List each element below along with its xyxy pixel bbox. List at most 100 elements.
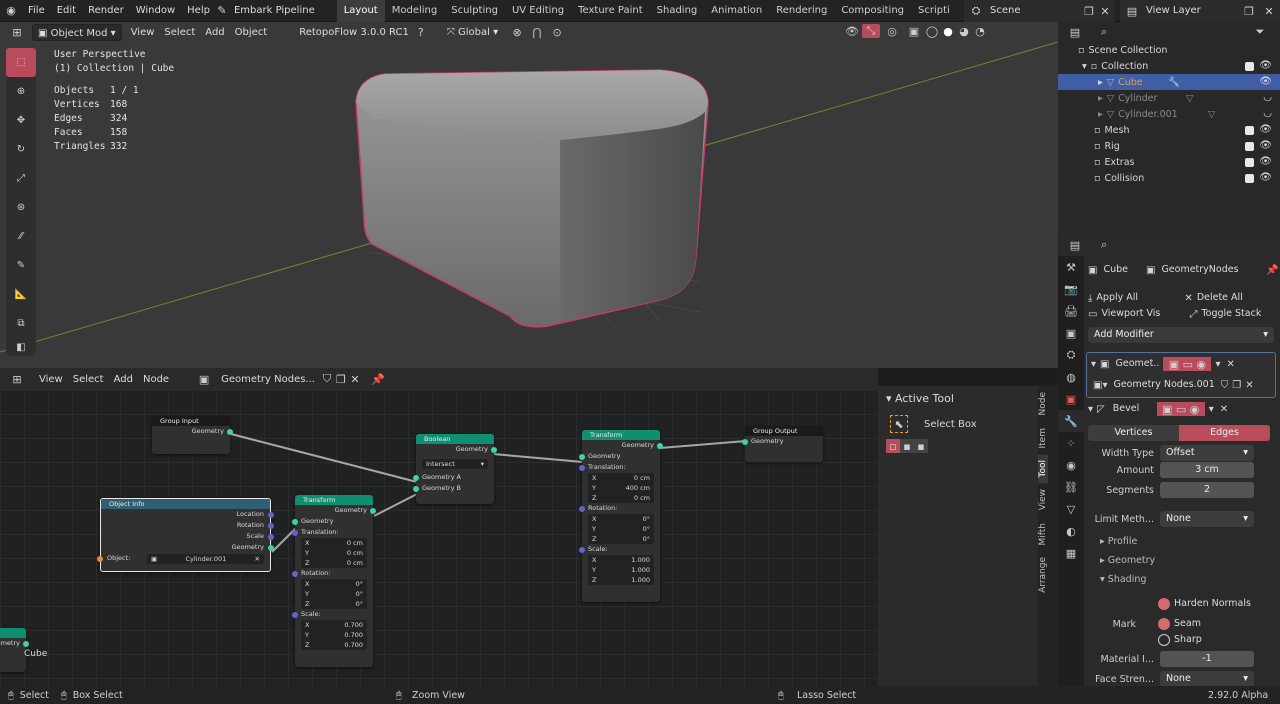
checkbox[interactable] [1245,61,1254,71]
tab-mifth[interactable]: Mifth [1038,517,1048,552]
view-layer-icon[interactable]: ▣ [1058,322,1084,344]
socket[interactable] [413,474,419,481]
eye-icon[interactable]: 👁 [1259,156,1272,167]
scale-icon[interactable]: ⤢ [6,164,36,193]
editor-type-icon[interactable]: ⊞ [6,373,28,386]
view-layer-selector[interactable]: ▤ View Layer ❐ ✕ [1120,0,1280,22]
socket[interactable] [268,544,274,551]
overlay-icon[interactable]: ◎ [880,25,904,38]
socket[interactable] [579,546,585,553]
tab-shading[interactable]: Shading [650,0,705,22]
proportional-icon[interactable]: ⊙ [547,26,567,39]
socket[interactable] [292,529,298,536]
gizmo-icon[interactable]: ⤡ [862,24,880,38]
scale-z[interactable]: Z 0.700 [301,640,367,650]
node-editor[interactable]: ⊞ View Select Add Node ▣ Geometry Nodes.… [0,368,878,686]
menu-file[interactable]: File [22,0,51,22]
translation-z[interactable]: Z 0 cm [588,493,654,503]
menu-view[interactable]: View [34,371,68,388]
active-tool-row[interactable]: ⬉ Select Box [878,411,1058,437]
tool-icon[interactable]: ⚒ [1058,256,1084,278]
menu-window[interactable]: Window [130,0,181,22]
eye-icon[interactable]: 👁 [1259,172,1272,183]
xray-icon[interactable]: ▣ [904,25,924,38]
rotation-y[interactable]: Y 0° [301,589,367,599]
tab-modeling[interactable]: Modeling [385,0,445,22]
sharp-checkbox[interactable] [1158,634,1170,646]
geometry-panel[interactable]: ▸ Geometry [1100,555,1155,566]
select-new-icon[interactable]: ▫ [886,439,900,453]
wrench-icon[interactable]: 🔧 [1058,410,1084,432]
translation-x[interactable]: X 0 cm [588,473,654,483]
toggle-stack-button[interactable]: Toggle Stack [1201,306,1261,322]
tab-scripting[interactable]: Scripti [911,0,957,22]
output-icon[interactable]: 🖨 [1058,300,1084,322]
editor-type-icon[interactable]: ▤ [1064,26,1086,39]
solid-icon[interactable]: ● [940,25,956,38]
close-icon[interactable]: ✕ [1245,380,1253,391]
socket[interactable] [268,511,274,518]
retopoflow-button[interactable]: RetopoFlow 3.0.0 RC1 [294,24,414,41]
rendered-icon[interactable]: ◔ [972,25,988,38]
socket[interactable] [23,640,29,647]
tab-item[interactable]: Item [1038,422,1048,455]
group-output-node[interactable]: Group Output Geometry [742,426,823,462]
scene-icon[interactable]: ⛭ [1058,344,1084,366]
checkbox[interactable] [1245,125,1254,135]
hidden-icon[interactable]: ◡ [1263,108,1272,119]
menu-pipeline[interactable]: Embark Pipeline [228,0,321,22]
particles-icon[interactable]: ⁘ [1058,432,1084,454]
eye-icon[interactable]: 👁 [1259,60,1272,71]
scale-x[interactable]: X 0.700 [301,620,367,630]
socket[interactable] [268,533,274,540]
menu-object[interactable]: Object [230,24,273,41]
outliner-item-cube[interactable]: ▸ ▽ Cube 🔧 👁 [1058,74,1280,90]
chevron-down-icon[interactable]: ▾ [1088,404,1093,415]
close-icon[interactable]: ✕ [1220,404,1228,415]
eye-icon[interactable]: 👁 [1259,124,1272,135]
3d-viewport[interactable]: ⊞ ▣ Object Mod ▾ View Select Add Object … [0,22,1058,368]
menu-add[interactable]: Add [109,371,138,388]
add-cube-icon[interactable]: ⧉ [6,309,36,338]
help-icon[interactable]: ? [414,26,428,39]
search-icon[interactable]: ⌕ [1094,238,1114,252]
seam-checkbox[interactable] [1158,618,1170,630]
rotation-x[interactable]: X 0° [588,514,654,524]
tab-layout[interactable]: Layout [336,0,385,22]
modifier-toggles[interactable]: ▣ ▭ ◉ [1156,402,1205,416]
modifier-name[interactable]: Bevel [1113,401,1153,417]
translation-y[interactable]: Y 400 cm [588,483,654,493]
measure-icon[interactable]: 📐 [6,280,36,309]
socket[interactable] [579,505,585,512]
select-extend-icon[interactable]: ▪ [900,439,914,453]
tab-tool[interactable]: Tool [1038,454,1048,484]
translation-z[interactable]: Z 0 cm [301,558,367,568]
socket[interactable] [268,522,274,529]
scene-selector[interactable]: ⛭ Scene ❐ ✕ [964,0,1114,22]
node-tree-icon[interactable]: ▣▾ [1093,380,1107,391]
outliner-item-rig[interactable]: ▫ Rig 👁 [1058,138,1280,154]
menu-help[interactable]: Help [181,0,216,22]
segments-field[interactable]: 2 [1160,482,1254,498]
copy-icon[interactable]: ❐ [1082,5,1096,18]
extra-tool-icon[interactable]: ◧ [6,338,36,356]
pivot-icon[interactable]: ⊗ [507,26,527,39]
move-icon[interactable]: ✥ [6,106,36,135]
annotate-icon[interactable]: ⁄⁄ [6,222,36,251]
node-tree-icon[interactable]: ▣ [192,373,216,386]
transform-icon[interactable]: ⊛ [6,193,36,222]
tab-rendering[interactable]: Rendering [769,0,834,22]
render-icon[interactable]: 📷 [1058,278,1084,300]
add-modifier-dropdown[interactable]: Add Modifier ▾ [1088,327,1274,343]
shading-panel[interactable]: ▾ Shading [1100,574,1146,585]
rotation-z[interactable]: Z 0° [301,599,367,609]
object-info-node[interactable]: Object Info Location Rotation Scale Geom… [97,498,274,572]
shield-icon[interactable]: ⛉ [1221,380,1229,391]
chevron-down-icon[interactable]: ▾ [1209,404,1214,415]
scale-x[interactable]: X 1.000 [588,555,654,565]
tab-sculpting[interactable]: Sculpting [444,0,505,22]
outliner-item-mesh[interactable]: ▫ Mesh 👁 [1058,122,1280,138]
socket[interactable] [227,428,233,435]
boolean-node[interactable]: Boolean Geometry Intersect ▾ Geometry A G… [413,434,497,504]
shield-icon[interactable]: ⛉ [320,372,334,386]
